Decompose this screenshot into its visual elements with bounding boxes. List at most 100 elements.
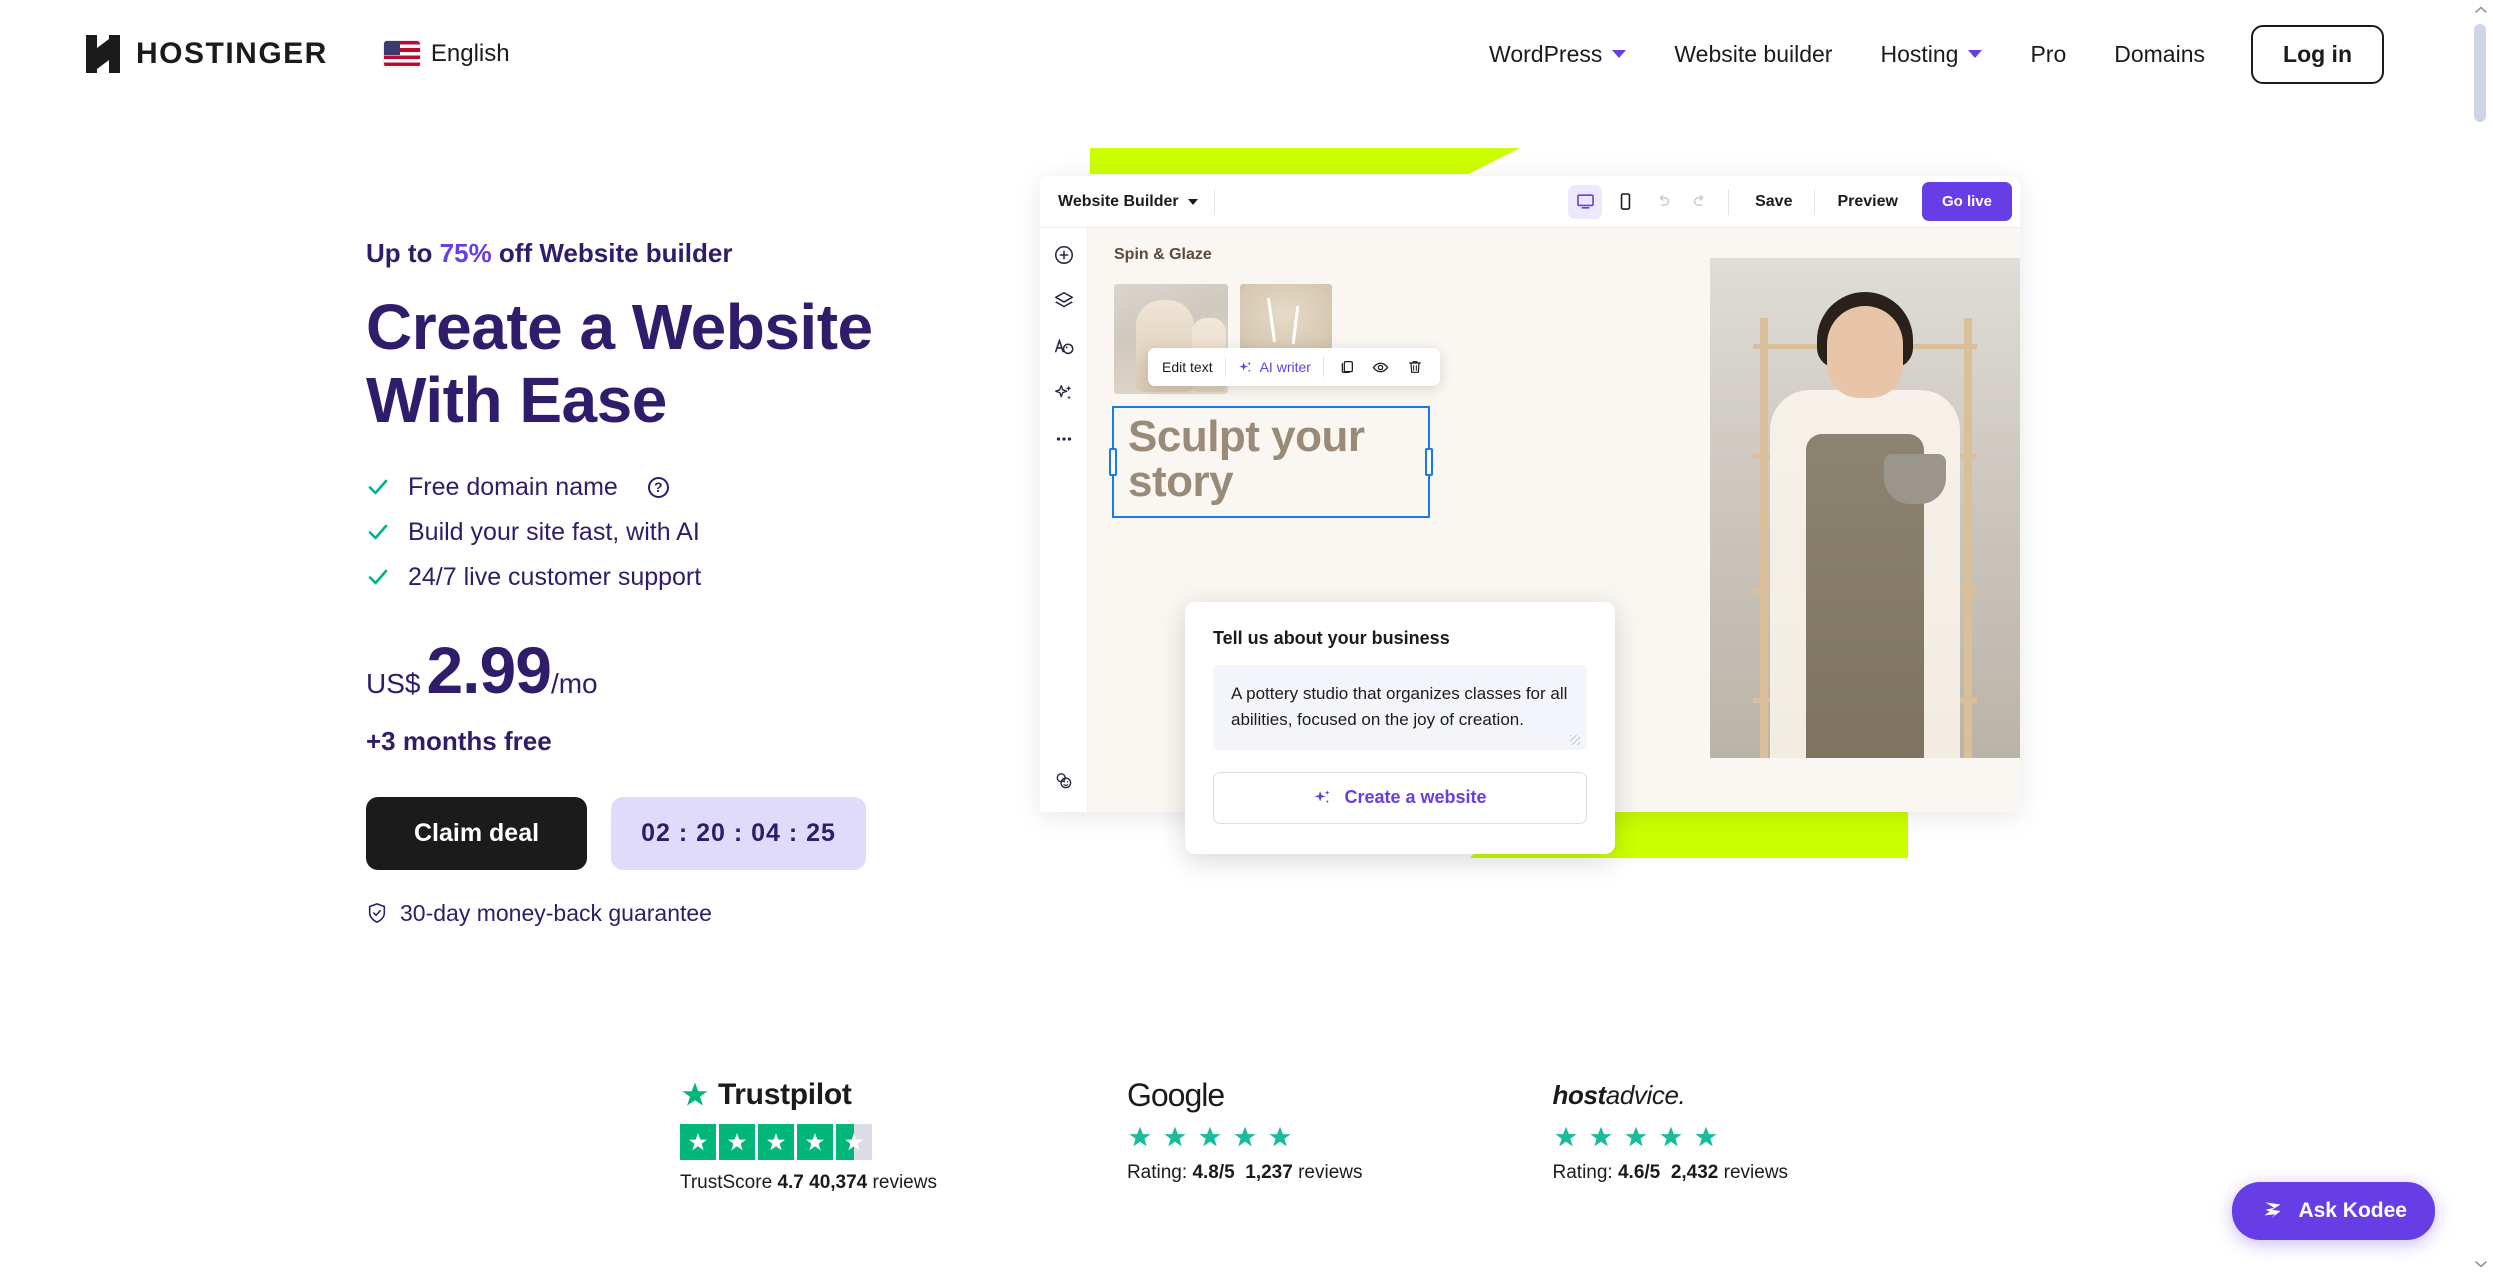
- star-icon: [1269, 1126, 1291, 1147]
- ai-sparkle-icon: [1315, 790, 1330, 804]
- page-scrollbar[interactable]: [2468, 0, 2493, 1274]
- trash-delete-icon[interactable]: [1404, 356, 1426, 378]
- desktop-view-button[interactable]: [1568, 184, 1603, 219]
- ai-sparkle-icon[interactable]: [1051, 380, 1077, 406]
- trustpilot-star-rating: [679, 1124, 872, 1160]
- star-icon: [757, 1124, 794, 1160]
- site-header: HOSTINGER English WordPress Website buil…: [0, 0, 2468, 108]
- ai-business-panel: Tell us about your business A pottery st…: [1185, 602, 1615, 854]
- scroll-up-arrow-icon[interactable]: [2474, 6, 2487, 14]
- builder-toolbar: Website Builder Save Preview Go live: [1040, 176, 2020, 228]
- nav-label: Domains: [2114, 40, 2206, 67]
- star-icon: [1234, 1126, 1256, 1147]
- score-value: 4.7: [777, 1172, 804, 1193]
- divider: [1814, 188, 1816, 215]
- count-suffix: reviews: [867, 1172, 937, 1193]
- review-count: 2,432: [1670, 1162, 1719, 1183]
- nav-item-domains[interactable]: Domains: [2114, 41, 2205, 68]
- mobile-view-button[interactable]: [1608, 185, 1642, 219]
- scroll-down-arrow-icon[interactable]: [2474, 1260, 2487, 1268]
- review-trustpilot: Trustpilot TrustScore 4.7 40,374 reviews: [679, 1078, 937, 1194]
- price-period: /mo: [550, 667, 598, 699]
- language-label: English: [430, 40, 510, 67]
- builder-title: Website Builder: [1058, 192, 1179, 210]
- info-tooltip-icon[interactable]: ?: [647, 476, 669, 498]
- nav-item-hosting[interactable]: Hosting: [1880, 40, 1983, 68]
- eye-visibility-icon[interactable]: [1370, 356, 1392, 378]
- builder-toolbar-actions: Save Preview Go live: [1568, 182, 2012, 221]
- nav-item-pro[interactable]: Pro: [2030, 41, 2066, 68]
- us-flag-icon: [383, 41, 420, 67]
- feature-item: 24/7 live customer support: [366, 563, 1066, 592]
- nav-item-website-builder[interactable]: Website builder: [1674, 41, 1832, 68]
- canvas-headline[interactable]: Sculpt your story: [1128, 414, 1428, 505]
- star-icon: [1554, 1126, 1577, 1147]
- ai-writer-button[interactable]: AI writer: [1238, 359, 1311, 375]
- add-plus-circle-icon[interactable]: [1051, 242, 1077, 268]
- go-live-button[interactable]: Go live: [1921, 182, 2012, 221]
- star-icon: [682, 1082, 708, 1106]
- desktop-monitor-icon: [1576, 194, 1594, 209]
- ask-kodee-button[interactable]: Ask Kodee: [2232, 1182, 2435, 1240]
- review-hostadvice: hostadvice. Rating: 4.6/5 2,432 reviews: [1553, 1078, 1789, 1194]
- chevron-down-icon: [1187, 198, 1198, 205]
- star-icon: [1199, 1126, 1221, 1147]
- hostadvice-label: hostadvice.: [1553, 1080, 1686, 1111]
- eyebrow-suffix: off Website builder: [491, 238, 733, 268]
- save-button[interactable]: Save: [1743, 193, 1804, 211]
- score-value: 4.6/5: [1617, 1162, 1661, 1183]
- undo-button[interactable]: [1648, 187, 1678, 217]
- price-amount: 2.99: [426, 632, 551, 707]
- hero-section: Up to 75% off Website builder Create a W…: [366, 238, 1066, 927]
- nav-item-wordpress[interactable]: WordPress: [1489, 41, 1627, 68]
- google-wordmark: Google: [1127, 1077, 1225, 1113]
- builder-sidebar: [1040, 228, 1088, 812]
- layers-icon[interactable]: [1051, 288, 1077, 314]
- more-ellipsis-icon[interactable]: [1051, 426, 1077, 452]
- business-description-input[interactable]: A pottery studio that organizes classes …: [1213, 665, 1587, 750]
- hostadvice-score-text: Rating: 4.6/5 2,432 reviews: [1553, 1162, 1789, 1184]
- eyebrow-prefix: Up to: [366, 238, 440, 268]
- cta-row: Claim deal 02 : 20 : 04 : 25: [366, 796, 1066, 870]
- duplicate-copy-icon[interactable]: [1336, 356, 1358, 378]
- potter-holding-bowl-photo[interactable]: [1710, 258, 2020, 758]
- star-icon: [1164, 1126, 1186, 1147]
- redo-button[interactable]: [1684, 187, 1714, 217]
- review-badges: Trustpilot TrustScore 4.7 40,374 reviews…: [0, 1077, 2468, 1194]
- nav-label: Website builder: [1674, 40, 1833, 67]
- guarantee-note: 30-day money-back guarantee: [366, 900, 1066, 927]
- chevron-down-icon: [1968, 50, 1983, 58]
- feature-label: Build your site fast, with AI: [408, 517, 700, 546]
- login-button[interactable]: Log in: [2251, 24, 2384, 84]
- hostinger-h-logo: [84, 33, 122, 75]
- builder-title-dropdown[interactable]: Website Builder: [1058, 193, 1198, 211]
- preview-button[interactable]: Preview: [1825, 193, 1909, 211]
- review-count: 40,374: [809, 1172, 868, 1193]
- brand-logo[interactable]: HOSTINGER: [84, 33, 328, 75]
- feedback-faces-icon[interactable]: [1051, 768, 1077, 794]
- edit-text-button[interactable]: Edit text: [1162, 359, 1213, 375]
- language-selector[interactable]: English: [383, 40, 510, 68]
- create-website-button[interactable]: Create a website: [1213, 771, 1587, 824]
- create-website-label: Create a website: [1344, 787, 1487, 808]
- dried-flowers-thumbnail[interactable]: [1240, 284, 1332, 352]
- eyebrow-percent: 75%: [439, 238, 492, 268]
- divider: [1224, 357, 1226, 377]
- ask-kodee-label: Ask Kodee: [2298, 1199, 2407, 1222]
- element-edit-toolbar: Edit text AI writer: [1148, 348, 1440, 386]
- scrollbar-thumb[interactable]: [2474, 24, 2486, 122]
- star-icon: [1589, 1126, 1612, 1147]
- resize-handle-left[interactable]: [1109, 448, 1117, 476]
- claim-deal-button[interactable]: Claim deal: [366, 796, 588, 870]
- page-title: Create a Website With Ease: [366, 291, 873, 436]
- canvas-site-brand: Spin & Glaze: [1114, 246, 1212, 263]
- star-icon: [679, 1124, 716, 1160]
- feature-item: Build your site fast, with AI: [366, 518, 1066, 547]
- score-prefix: Rating:: [1126, 1162, 1193, 1183]
- typography-palette-icon[interactable]: [1051, 334, 1077, 360]
- trustpilot-wordmark: Trustpilot: [717, 1078, 852, 1111]
- resize-grip-icon[interactable]: [1570, 734, 1580, 745]
- star-icon: [1659, 1126, 1682, 1147]
- nav-label: Hosting: [1880, 40, 1959, 67]
- star-icon-half: [835, 1124, 872, 1160]
